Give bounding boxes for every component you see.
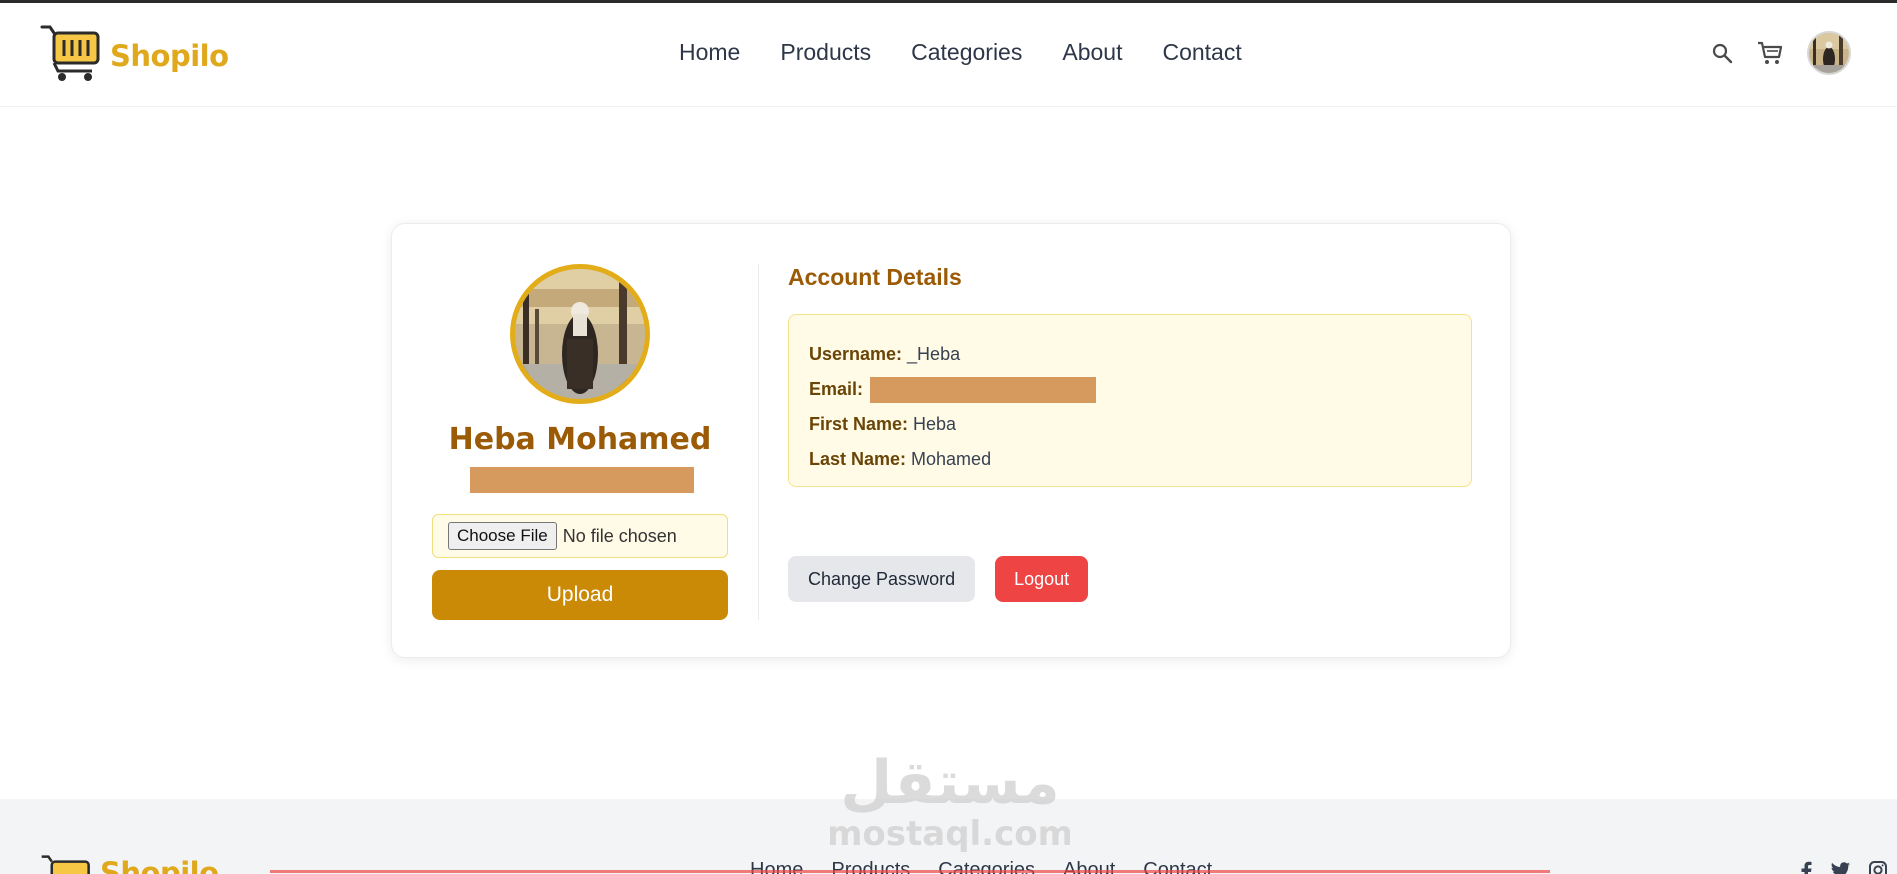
upload-button[interactable]: Upload [432,570,728,620]
file-status: No file chosen [562,525,677,546]
redacted-email-block [470,467,694,493]
choose-file-button[interactable]: Choose File [448,522,557,550]
detail-last-name: Last Name: Mohamed [809,442,1451,477]
detail-username: Username: _Heba [809,337,1451,372]
cart-icon[interactable] [1757,40,1783,66]
footer-cart-logo-icon [40,850,92,874]
user-avatar[interactable] [1807,31,1851,75]
cart-logo-icon [40,23,102,88]
watermark-arabic: مستقل [840,748,1059,818]
nav-icons [1711,31,1851,75]
brand-logo[interactable]: Shopilo [40,23,229,88]
footer-social [1781,861,1887,874]
profile-name: Heba Mohamed [448,422,712,457]
footer-brand-logo[interactable]: Shopilo [40,850,219,874]
nav-categories[interactable]: Categories [911,39,1022,66]
username-label: Username: [809,344,903,364]
redacted-email-value [870,376,1097,403]
account-details-title: Account Details [788,264,962,290]
profile-left-column: Heba Mohamed Choose File No file chosen … [432,264,728,620]
change-password-button[interactable]: Change Password [788,556,976,602]
instagram-icon[interactable] [1869,861,1887,874]
twitter-icon[interactable] [1831,861,1851,874]
email-label: Email: [809,379,864,399]
profile-avatar [510,264,650,404]
nav-home[interactable]: Home [679,39,740,66]
account-details-column: Account Details Username: _Heba Email: F… [788,264,1472,620]
footer-accent-line [270,870,1550,873]
last-name-label: Last Name: [809,449,907,469]
first-name-label: First Name: [809,414,909,434]
nav-products[interactable]: Products [780,39,871,66]
first-name-value: Heba [913,414,957,434]
last-name-value: Mohamed [911,449,992,469]
search-icon[interactable] [1711,42,1733,64]
column-divider [758,264,759,620]
account-details-box: Username: _Heba Email: First Name: Heba … [788,314,1472,487]
nav-contact[interactable]: Contact [1162,39,1241,66]
profile-card: Heba Mohamed Choose File No file chosen … [391,223,1511,658]
detail-email: Email: [809,372,1451,407]
file-input[interactable]: Choose File No file chosen [432,514,728,558]
nav-about[interactable]: About [1062,39,1122,66]
main-nav: Home Products Categories About Contact [679,39,1242,66]
footer-brand-name: Shopilo [100,855,219,874]
watermark: مستقل mostaql.com [827,745,1073,855]
username-value: _Heba [907,344,961,364]
navbar: Shopilo Home Products Categories About C… [0,3,1897,107]
watermark-latin: mostaql.com [830,814,1070,854]
logout-button[interactable]: Logout [995,556,1089,602]
detail-first-name: First Name: Heba [809,407,1451,442]
brand-name: Shopilo [110,38,229,73]
account-actions: Change Password Logout [788,556,1089,602]
facebook-icon[interactable] [1799,861,1813,874]
